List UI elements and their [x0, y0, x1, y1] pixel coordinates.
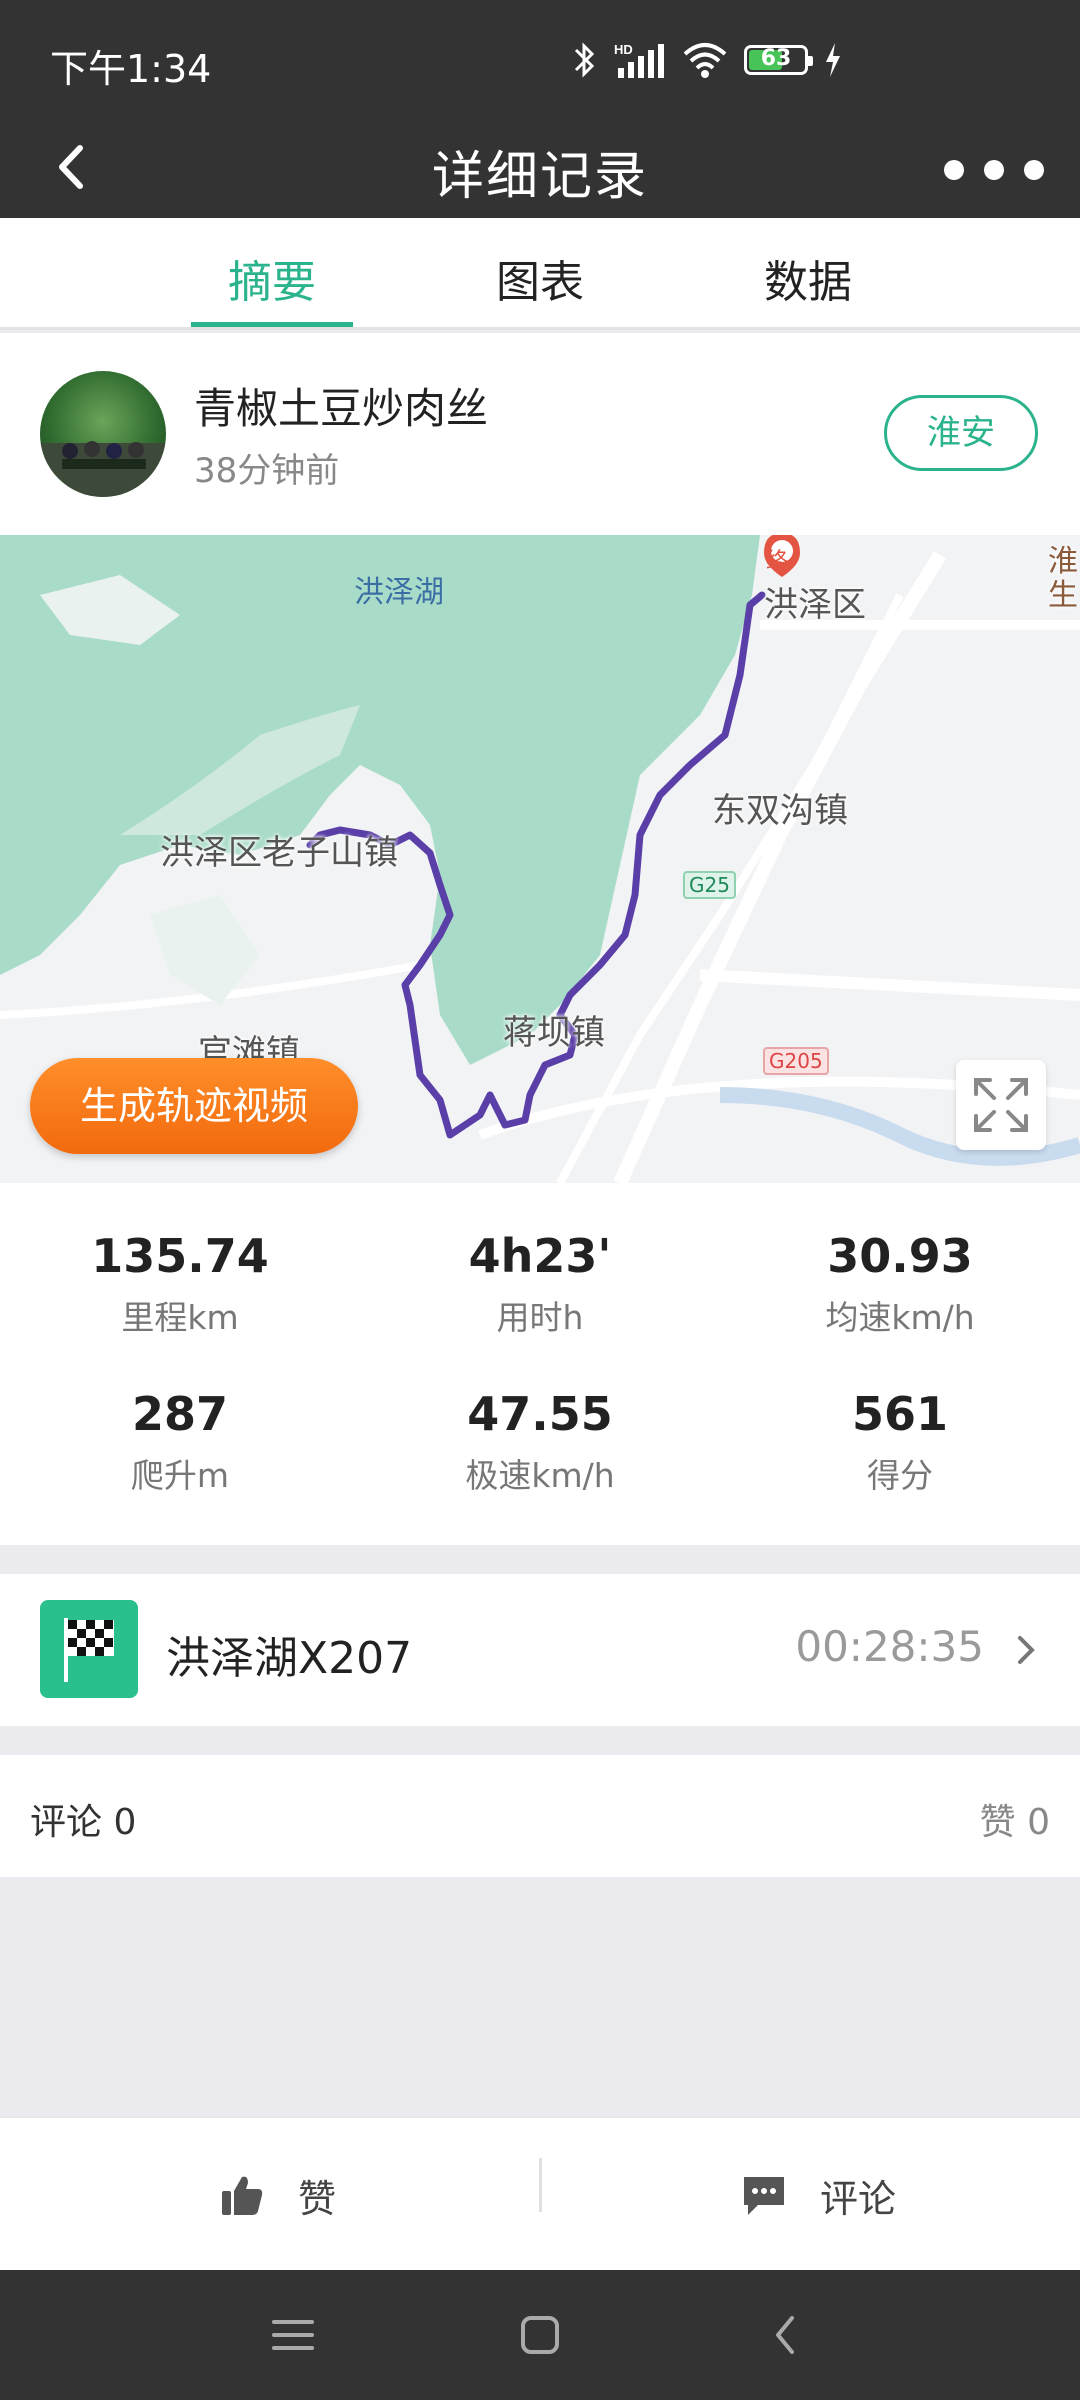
road-3	[699, 969, 1080, 1001]
flag-glyph	[64, 1618, 114, 1682]
back-icon[interactable]	[756, 2304, 818, 2366]
comment-button[interactable]: 评论	[740, 2118, 896, 2272]
dot-2	[984, 160, 1004, 180]
map-label-lake: 洪泽湖	[354, 575, 444, 610]
home-icon[interactable]	[509, 2304, 571, 2366]
nav-bar: 详细记录	[0, 120, 1080, 218]
dot-1	[944, 160, 964, 180]
segment-time: 00:28:35	[795, 1622, 984, 1671]
map-label-corner: 淮生	[1048, 544, 1078, 613]
comment-count[interactable]: 评论 0	[30, 1793, 136, 1845]
stat-value: 4h23'	[468, 1229, 612, 1283]
stat-climb: 287 爬升m	[0, 1387, 360, 1497]
top-header: 下午1:34 HD 63 详细记录	[0, 0, 1080, 218]
svg-text:HD: HD	[614, 42, 633, 57]
status-icons: HD 63	[572, 40, 842, 80]
tab-data[interactable]: 数据	[698, 246, 918, 310]
road-sign-g25: G25	[683, 871, 736, 899]
stat-value: 47.55	[467, 1387, 613, 1441]
dot-3	[1024, 160, 1044, 180]
comment-button-label: 评论	[820, 2176, 897, 2221]
charging-icon	[826, 43, 840, 77]
stat-label: 均速km/h	[825, 1298, 975, 1337]
stat-label: 爬升m	[130, 1456, 230, 1495]
bluetooth-icon	[574, 42, 595, 78]
generate-track-video-button[interactable]: 生成轨迹视频	[30, 1058, 358, 1154]
active-tab-indicator	[191, 322, 353, 327]
avatar[interactable]	[40, 371, 166, 497]
checkered-flag-icon	[40, 1600, 138, 1698]
page-title: 详细记录	[431, 147, 648, 207]
segment-row[interactable]: 洪泽湖X207 00:28:35	[0, 1574, 1080, 1726]
stat-label: 里程km	[121, 1298, 239, 1337]
battery-icon: 63	[744, 45, 813, 75]
stat-avg-speed: 30.93 均速km/h	[720, 1229, 1080, 1339]
stat-score: 561 得分	[720, 1387, 1080, 1497]
chevron-right-icon	[1018, 1636, 1035, 1664]
map-label-jiangba: 蒋坝镇	[503, 1013, 605, 1053]
segment-name: 洪泽湖X207	[166, 1633, 413, 1684]
status-time: 下午1:34	[50, 47, 212, 91]
stats-panel: 135.74 里程km 4h23' 用时h 30.93 均速km/h 287 爬…	[0, 1183, 1080, 1545]
route-map[interactable]: 终 洪泽湖 洪泽区 淮生 东双沟镇 洪泽区老子山镇 官滩镇 蒋坝镇 G25 G2…	[0, 535, 1080, 1183]
stat-max-speed: 47.55 极速km/h	[360, 1387, 720, 1497]
stat-duration: 4h23' 用时h	[360, 1229, 720, 1339]
stat-label: 得分	[867, 1456, 933, 1495]
system-nav-bar	[0, 2270, 1080, 2400]
activity-time-ago: 38分钟前	[194, 451, 340, 491]
map-label-dongshuanggou: 东双沟镇	[712, 791, 848, 831]
road-sign-g205: G205	[763, 1047, 829, 1075]
action-divider	[539, 2158, 542, 2212]
avatar-image	[40, 441, 166, 497]
tab-chart[interactable]: 图表	[430, 246, 650, 310]
stat-label: 极速km/h	[465, 1456, 615, 1495]
signal-icon: HD	[614, 42, 664, 78]
bottom-action-bar: 赞 评论	[0, 2116, 1080, 2270]
tab-summary[interactable]: 摘要	[162, 246, 382, 310]
stat-value: 287	[131, 1387, 229, 1441]
map-label-district: 洪泽区	[764, 585, 866, 625]
comments-row: 评论 0 赞 0	[0, 1755, 1080, 1877]
like-button[interactable]: 赞	[218, 2118, 336, 2272]
thumbs-up-icon	[222, 2176, 263, 2215]
battery-level: 63	[760, 46, 792, 71]
end-marker-label: 终	[766, 549, 789, 574]
stat-distance: 135.74 里程km	[0, 1229, 360, 1339]
expand-glyph	[974, 1078, 1028, 1132]
user-name[interactable]: 青椒土豆炒肉丝	[194, 375, 488, 436]
stat-label: 用时h	[496, 1298, 584, 1337]
expand-icon[interactable]	[956, 1060, 1046, 1150]
wifi-icon	[683, 43, 727, 78]
like-button-label: 赞	[298, 2176, 337, 2221]
stat-value: 561	[851, 1387, 949, 1441]
stat-value: 30.93	[827, 1229, 973, 1283]
status-bar: 下午1:34 HD 63	[0, 0, 1080, 120]
user-row: 青椒土豆炒肉丝 38分钟前 淮安	[0, 333, 1080, 535]
battery-tip	[808, 56, 813, 66]
map-label-laozishan: 洪泽区老子山镇	[160, 833, 398, 873]
more-dots-icon[interactable]	[944, 140, 1044, 200]
menu-icon[interactable]	[262, 2304, 324, 2366]
city-button[interactable]: 淮安	[884, 395, 1038, 471]
stat-value: 135.74	[91, 1229, 269, 1283]
tab-bar: 摘要 图表 数据	[0, 218, 1080, 330]
island-3	[150, 895, 260, 1005]
comment-bubble-icon	[744, 2177, 784, 2215]
like-count[interactable]: 赞 0	[980, 1793, 1050, 1845]
